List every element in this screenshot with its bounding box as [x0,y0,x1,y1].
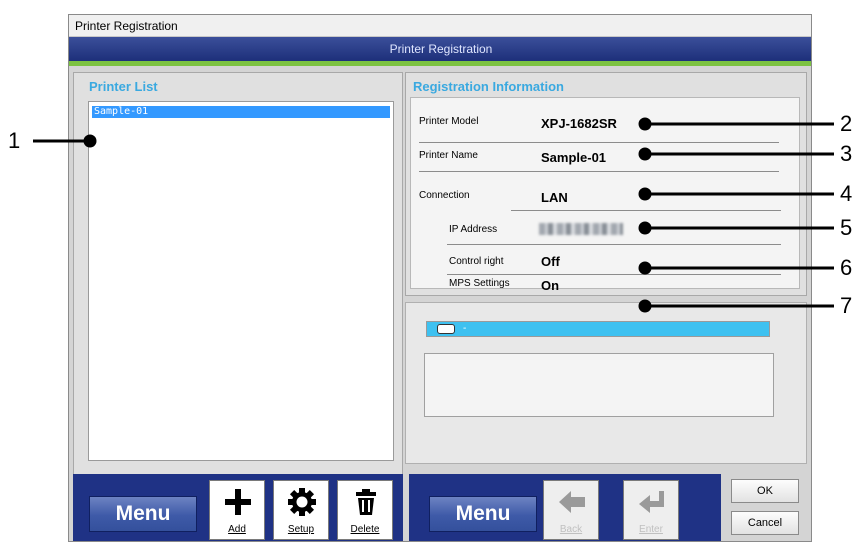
callout-dot-4 [638,187,652,201]
callout-dot-5 [638,221,652,235]
callout-number-2: 2 [840,111,853,136]
callout-dot-2 [638,117,652,131]
callout-number-4: 4 [840,181,853,206]
callout-dot-3 [638,147,652,161]
callout-dot-7 [638,299,652,313]
callout-number-6: 6 [840,255,853,280]
callout-lines [33,117,834,313]
callout-number-3: 3 [840,141,853,166]
callout-number-5: 5 [840,215,853,240]
callout-number-1: 1 [8,128,21,153]
callout-dot-6 [638,261,652,275]
callout-number-7: 7 [840,293,853,318]
callout-dot-1 [83,134,97,148]
